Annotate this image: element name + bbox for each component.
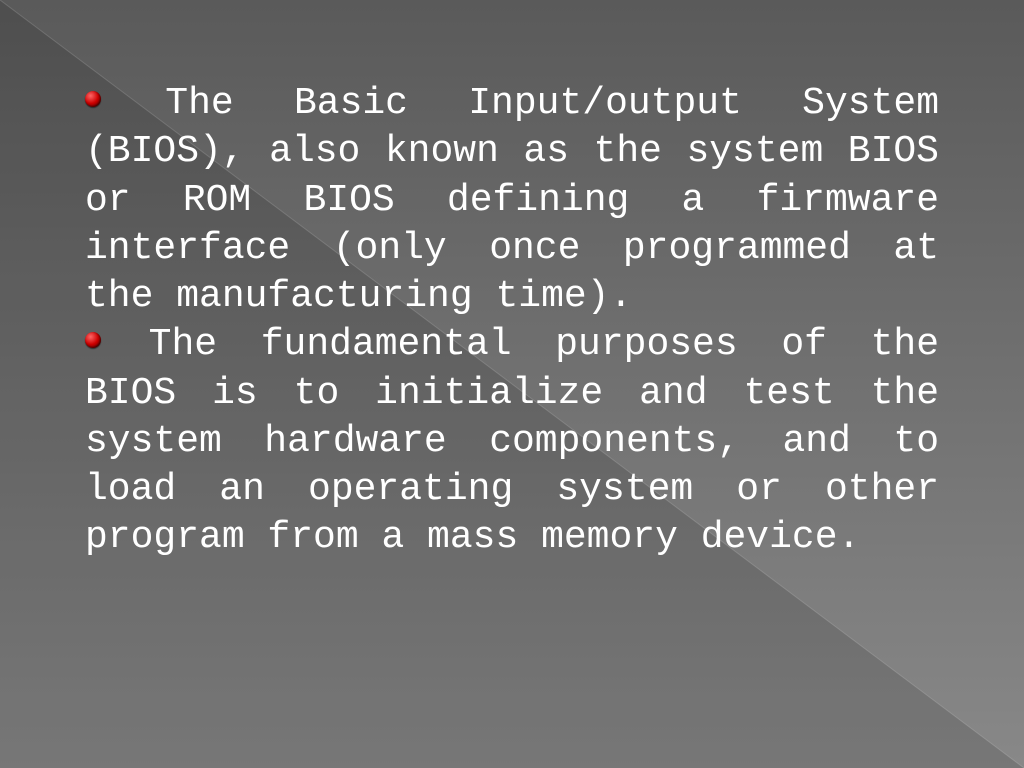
bullet-text: The Basic Input/output System (BIOS), al… xyxy=(85,82,939,318)
bullet-point-1: The Basic Input/output System (BIOS), al… xyxy=(85,80,939,321)
bullet-point-2: The fundamental purposes of the BIOS is … xyxy=(85,321,939,562)
slide-content: The Basic Input/output System (BIOS), al… xyxy=(85,80,939,563)
bullet-icon xyxy=(85,91,101,107)
bullet-text: The fundamental purposes of the BIOS is … xyxy=(85,323,939,559)
bullet-icon xyxy=(85,332,101,348)
